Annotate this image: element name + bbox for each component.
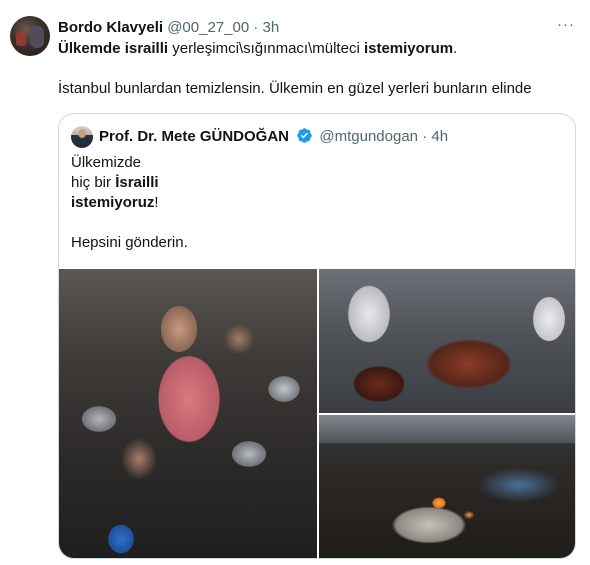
tweet-text-bold-1: Ülkemde israilli: [58, 40, 169, 57]
quoted-author-name[interactable]: Prof. Dr. Mete GÜNDOĞAN: [99, 128, 289, 145]
photo-burning-debris[interactable]: [319, 415, 575, 558]
tweet-text-normal-2: .: [453, 40, 458, 57]
quoted-author-avatar[interactable]: [71, 126, 93, 148]
author-handle[interactable]: @00_27_00: [167, 19, 249, 36]
quoted-text-line-2: hiç bir İsrailli: [71, 173, 561, 193]
tweet-timestamp[interactable]: 3h: [263, 19, 280, 36]
tweet[interactable]: Bordo Klavyeli @00_27_00 · 3h ··· Ülkemd…: [0, 0, 590, 565]
tweet-header: Bordo Klavyeli @00_27_00 · 3h: [58, 18, 550, 38]
quoted-tweet-text: Ülkemizde hiç bir İsrailli istemiyoruz! …: [71, 153, 561, 253]
verified-badge-icon: [297, 128, 312, 143]
tweet-text: Ülkemde israilli yerleşimci\sığınmacı\mü…: [58, 39, 578, 99]
quoted-text-line-3-normal: !: [154, 194, 159, 211]
quoted-tweet[interactable]: Prof. Dr. Mete GÜNDOĞAN @mtgundogan · 4h…: [58, 113, 576, 559]
photo-crowd-children[interactable]: [59, 269, 317, 558]
more-options-icon[interactable]: ···: [554, 17, 578, 38]
quoted-author-handle[interactable]: @mtgundogan: [319, 128, 418, 145]
quoted-text-line-2-normal: hiç bir: [71, 174, 116, 191]
quoted-tweet-timestamp[interactable]: 4h: [431, 128, 448, 145]
author-avatar[interactable]: [10, 16, 50, 56]
quoted-text-line-3: istemiyoruz!: [71, 193, 561, 213]
photo-injured-child[interactable]: [319, 269, 575, 413]
tweet-text-bold-2: istemiyorum: [363, 40, 454, 57]
quoted-text-line-3-bold: istemiyoruz: [71, 194, 155, 211]
separator-dot: ·: [253, 19, 259, 36]
quoted-text-gap: [71, 213, 561, 233]
quoted-text-line-1: Ülkemizde: [71, 154, 142, 171]
tweet-text-normal-1: yerleşimci\sığınmacı\mülteci: [168, 40, 364, 57]
quoted-separator-dot: ·: [422, 128, 428, 145]
quoted-media-grid: [59, 269, 575, 558]
author-name[interactable]: Bordo Klavyeli: [58, 19, 163, 36]
quoted-tweet-header: Prof. Dr. Mete GÜNDOĞAN @mtgundogan · 4h: [99, 127, 448, 147]
quoted-text-line-2-bold: İsrailli: [115, 174, 159, 191]
quoted-text-line-4: Hepsini gönderin.: [71, 234, 188, 251]
tweet-text-line-2: İstanbul bunlardan temizlensin. Ülkemin …: [58, 80, 532, 97]
